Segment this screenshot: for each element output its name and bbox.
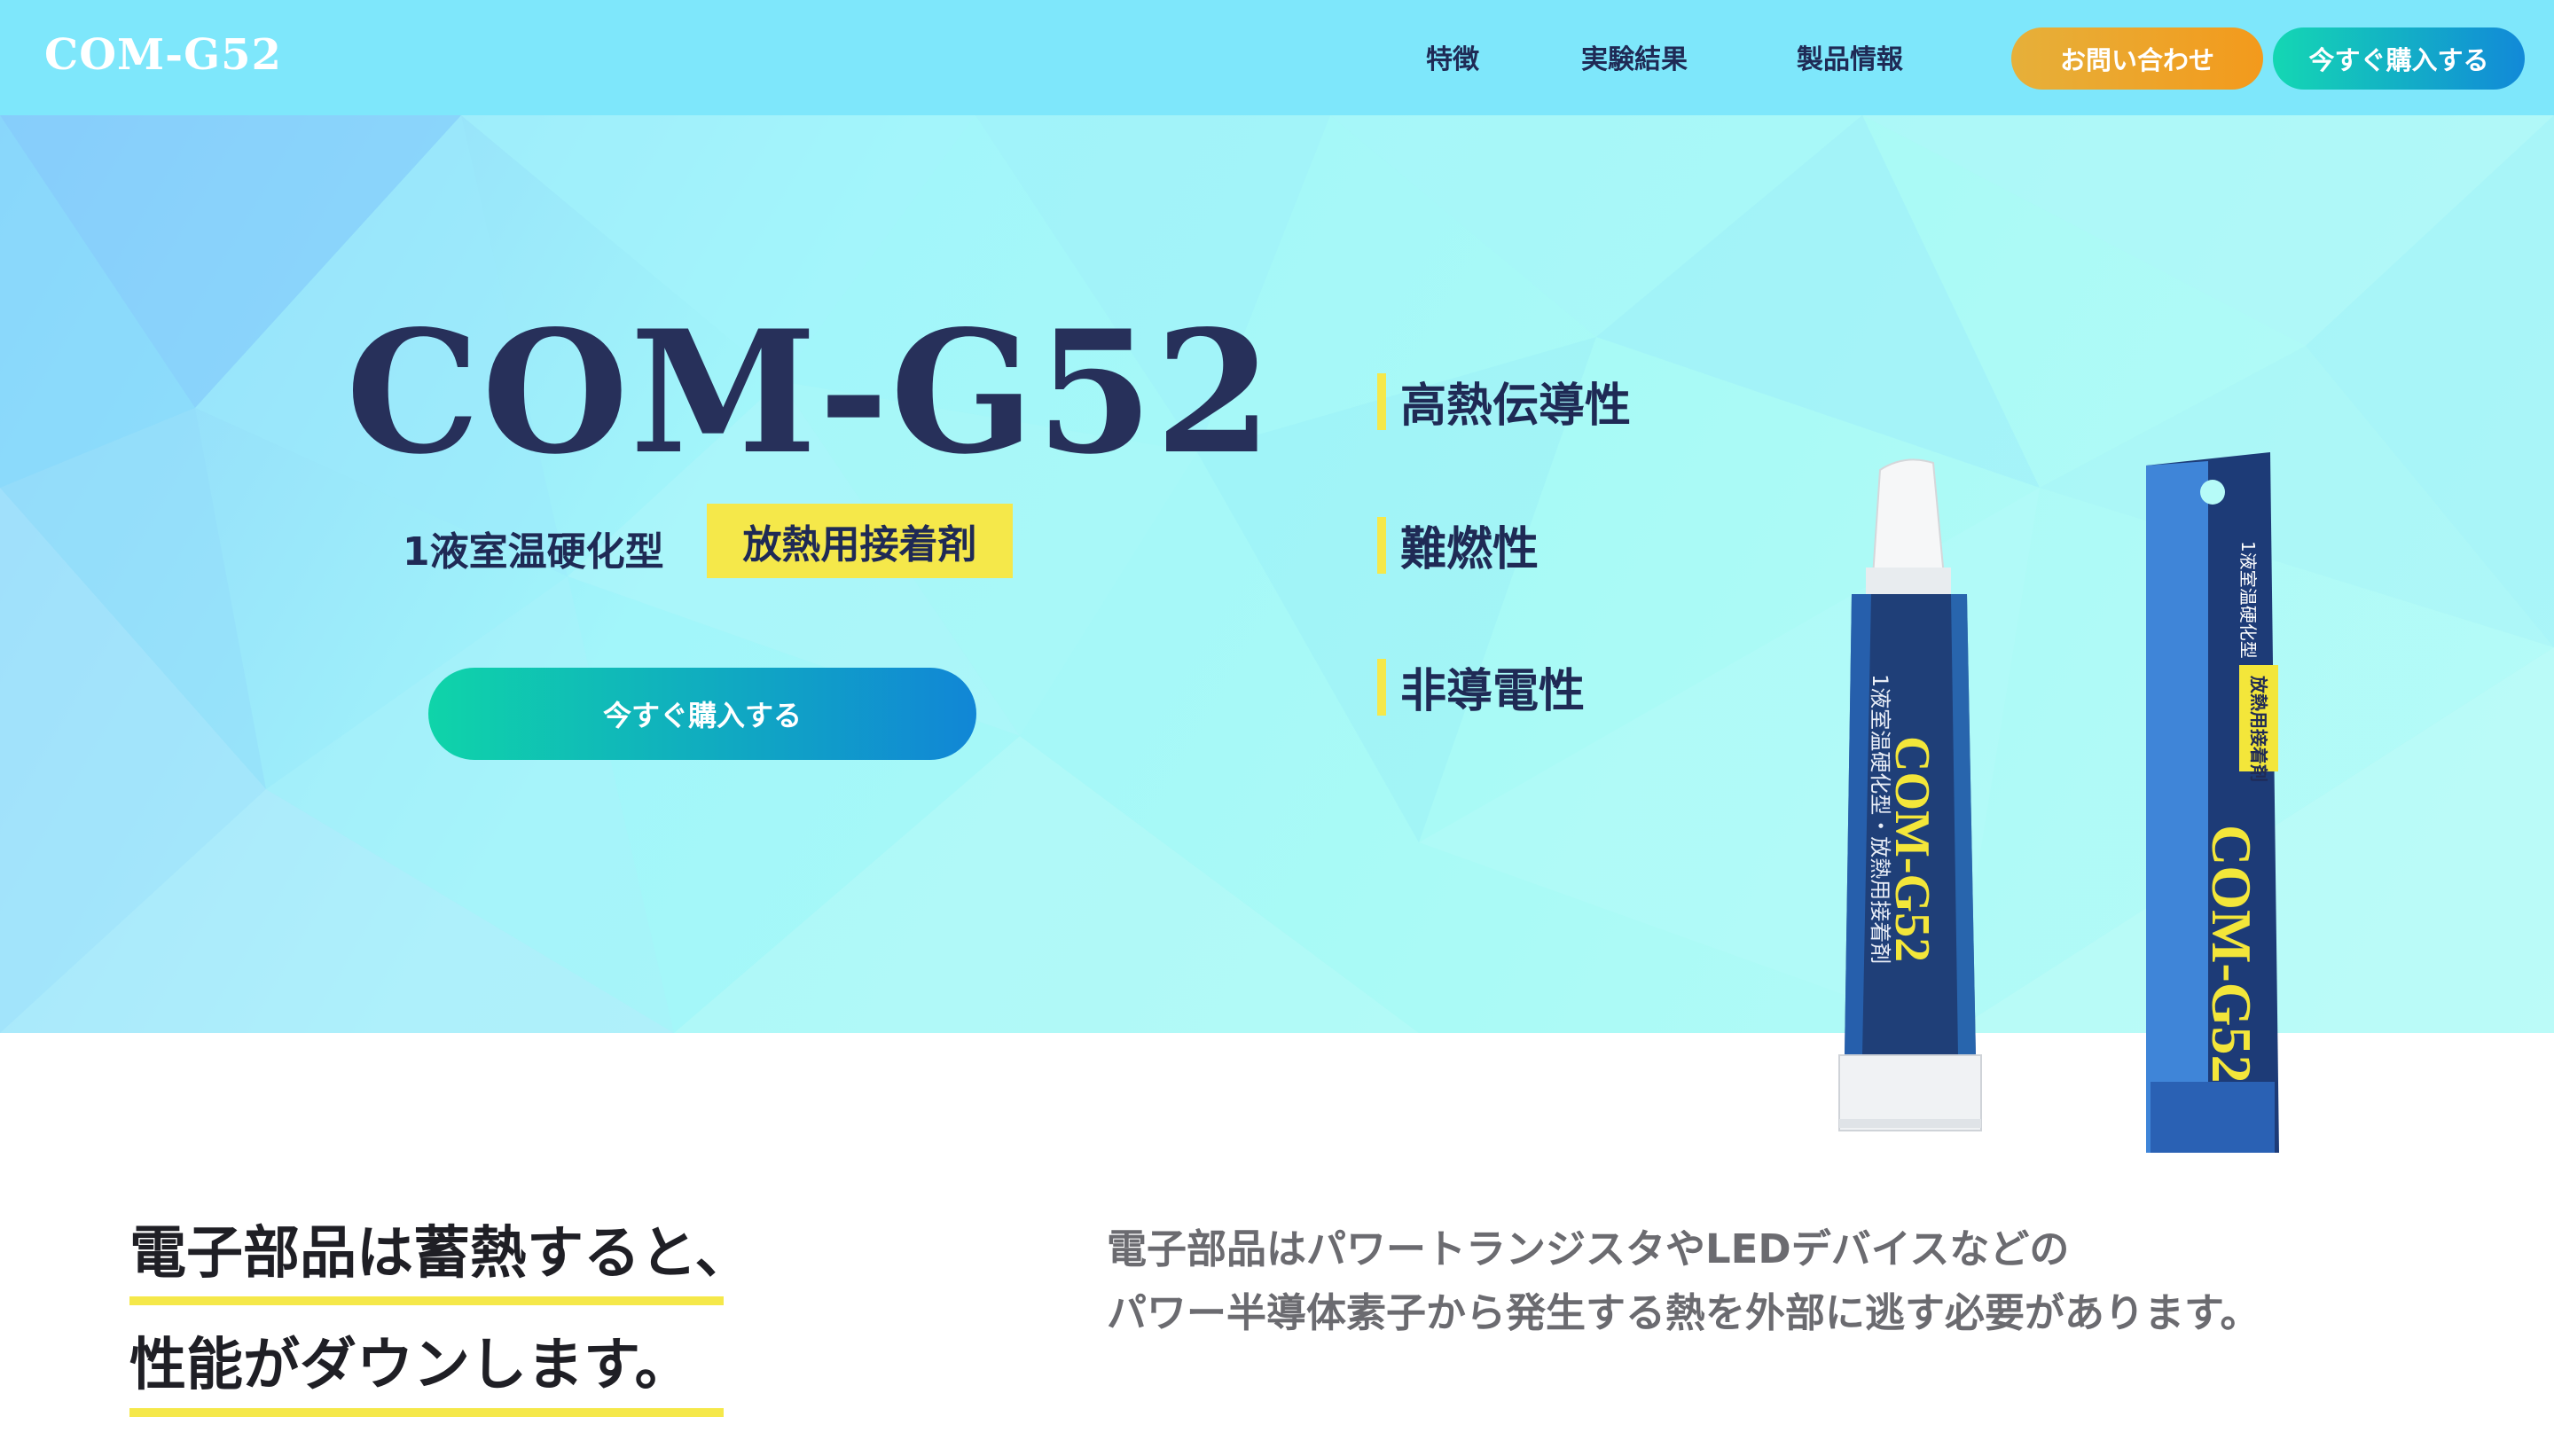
buy-now-hero-button[interactable]: 今すぐ購入する — [428, 668, 976, 760]
heading-underline — [129, 1408, 724, 1417]
hero-subtitle: 1液室温硬化型 — [403, 529, 664, 575]
feature-bar — [1377, 372, 1386, 430]
feature-flame-retardant: 難燃性 — [1377, 512, 1539, 578]
intro-body-line1: 電子部品はパワートランジスタやLEDデバイスなどの — [1107, 1225, 2070, 1272]
box-brand-text: COM-G52 — [2200, 825, 2263, 1084]
landing-page: COM-G52 特徴 実験結果 製品情報 お問い合わせ 今すぐ購入する COM-… — [0, 0, 2554, 1456]
nav-item-product-info[interactable]: 製品情報 — [1797, 37, 1903, 76]
feature-label: 難燃性 — [1400, 523, 1539, 576]
feature-label: 非導電性 — [1400, 665, 1586, 718]
box-badge-text: 放熱用接着剤 — [2248, 675, 2269, 782]
intro-heading-text: 電子部品は蓄熱すると、 — [129, 1221, 752, 1287]
hero-badge: 放熱用接着剤 — [707, 504, 1013, 578]
nav-item-results[interactable]: 実験結果 — [1581, 37, 1688, 76]
buy-now-header-button[interactable]: 今すぐ購入する — [2273, 27, 2525, 90]
feature-bar — [1377, 658, 1386, 716]
feature-thermal-conductivity: 高熱伝導性 — [1377, 368, 1631, 434]
heading-underline — [129, 1296, 724, 1305]
contact-button[interactable]: お問い合わせ — [2011, 27, 2263, 90]
box-top-text: 1液室温硬化型 — [2237, 541, 2259, 659]
feature-non-conductive: 非導電性 — [1377, 654, 1585, 720]
nav-item-features[interactable]: 特徴 — [1426, 37, 1479, 76]
intro-heading-line1: 電子部品は蓄熱すると、 — [129, 1208, 752, 1305]
intro-heading-line2: 性能がダウンします。 — [129, 1319, 724, 1417]
hero-title: COM-G52 — [346, 294, 1274, 491]
site-header: COM-G52 特徴 実験結果 製品情報 お問い合わせ 今すぐ購入する — [0, 0, 2554, 115]
intro-heading-text: 性能がダウンします。 — [129, 1333, 692, 1398]
feature-bar — [1377, 516, 1386, 574]
site-logo[interactable]: COM-G52 — [44, 30, 282, 80]
intro-body-line2: パワー半導体素子から発生する熱を外部に逃す必要があります。 — [1107, 1289, 2260, 1336]
feature-label: 高熱伝導性 — [1400, 380, 1632, 433]
product-image: COM-G52 1液室温硬化型・放熱用接着剤 COM-G52 1液室温硬化型 放… — [1838, 452, 2279, 1153]
tube-vertical-text: 1液室温硬化型・放熱用接着剤 — [1868, 674, 1892, 964]
